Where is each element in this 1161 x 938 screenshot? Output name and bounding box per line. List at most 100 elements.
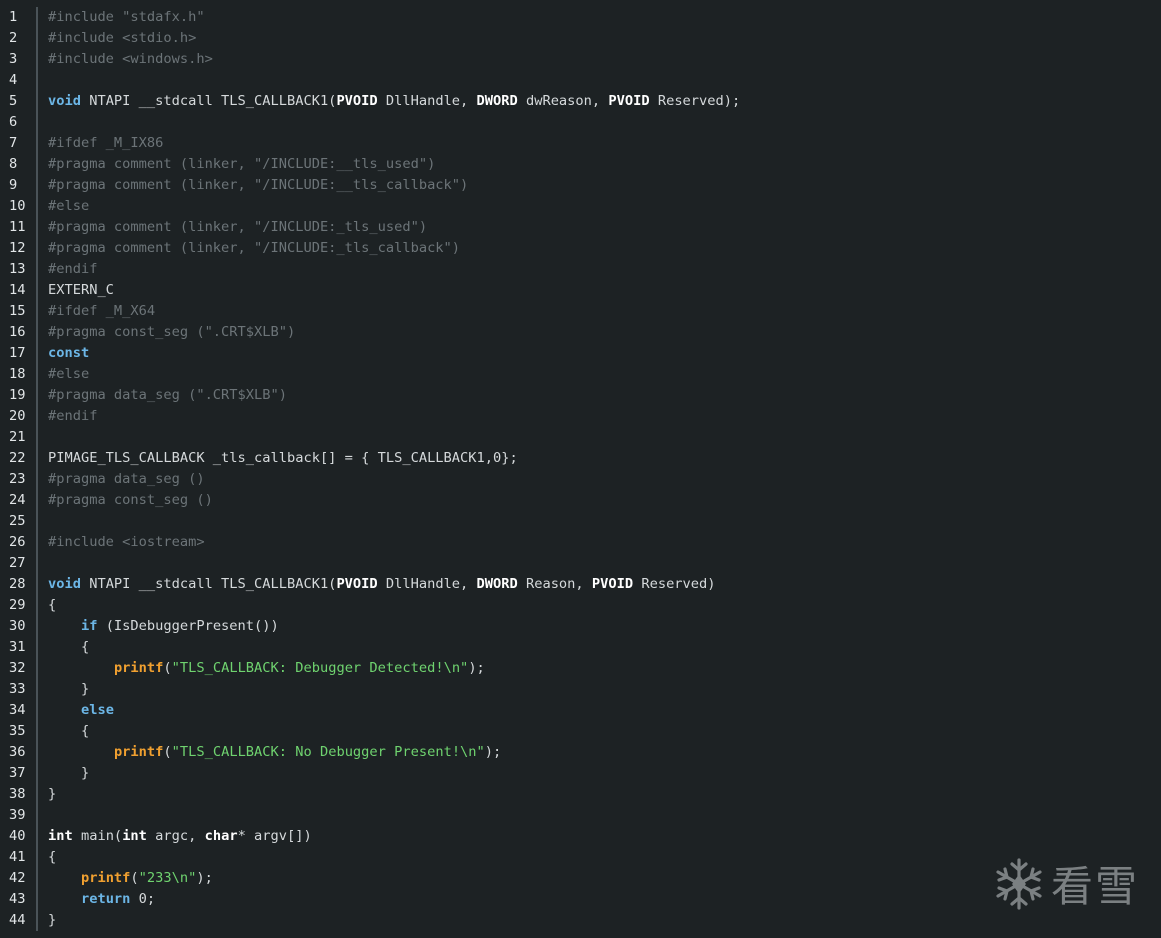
line-number: 3 (9, 51, 18, 67)
line-number: 31 (9, 639, 26, 655)
code-token-kw: return (80, 891, 131, 907)
code-line[interactable]: 35 { (0, 721, 1161, 742)
code-line[interactable]: 21 (0, 427, 1161, 448)
code-line[interactable]: 36 printf("TLS_CALLBACK: No Debugger Pre… (0, 742, 1161, 763)
line-number: 2 (9, 30, 18, 46)
code-token-plain: ); (468, 660, 485, 676)
line-code: #include <iostream> (48, 532, 205, 553)
code-line[interactable]: 10 #else (0, 196, 1161, 217)
code-token-type: PVOID (608, 93, 650, 109)
code-token-fn: printf (113, 744, 164, 760)
code-token-pp: #include <stdio.h> (48, 30, 197, 46)
code-line[interactable]: 6 (0, 112, 1161, 133)
line-number: 39 (9, 807, 26, 823)
code-line[interactable]: 11 #pragma comment (linker, "/INCLUDE:_tl… (0, 217, 1161, 238)
code-line[interactable]: 40 int main(int argc, char* argv[]) (0, 826, 1161, 847)
code-token-plain: Reason, (517, 576, 592, 592)
code-line[interactable]: 33 } (0, 679, 1161, 700)
line-number: 35 (9, 723, 26, 739)
line-code: if (IsDebuggerPresent()) (48, 616, 279, 637)
code-line[interactable]: 38} (0, 784, 1161, 805)
code-token-type: PVOID (336, 93, 378, 109)
code-token-pp: #include <iostream> (48, 534, 205, 550)
code-line[interactable]: 1 #include "stdafx.h" (0, 7, 1161, 28)
code-line[interactable]: 12 #pragma comment (linker, "/INCLUDE:_tl… (0, 238, 1161, 259)
line-code: #include "stdafx.h" (48, 7, 205, 28)
line-code: EXTERN_C (48, 280, 114, 301)
code-token-kw: void (48, 576, 81, 592)
code-line[interactable]: 41 { (0, 847, 1161, 868)
line-code: { (48, 637, 89, 658)
code-token-pp: #endif (48, 408, 98, 424)
code-line[interactable]: 9 #pragma comment (linker, "/INCLUDE:__tl… (0, 175, 1161, 196)
line-number: 23 (9, 471, 26, 487)
line-code: #include <windows.h> (48, 49, 213, 70)
code-line[interactable]: 2 #include <stdio.h> (0, 28, 1161, 49)
line-code: printf("TLS_CALLBACK: Debugger Detected!… (48, 658, 485, 679)
code-token-type: PVOID (591, 576, 634, 592)
code-editor[interactable]: 1 #include "stdafx.h" 2 #include <stdio.h> 3… (0, 0, 1161, 938)
code-line[interactable]: 3 #include <windows.h> (0, 49, 1161, 70)
code-line[interactable]: 39 (0, 805, 1161, 826)
code-line[interactable]: 19 #pragma data_seg (".CRT$XLB") (0, 385, 1161, 406)
line-code: #endif (48, 406, 97, 427)
line-number: 21 (9, 429, 26, 445)
code-line[interactable]: 16 #pragma const_seg (".CRT$XLB") (0, 322, 1161, 343)
code-token-pp: #else (48, 366, 90, 382)
code-token-plain: Reserved) (633, 576, 716, 592)
code-token-plain: } (48, 765, 90, 781)
line-code: #pragma comment (linker, "/INCLUDE:_tls_… (48, 217, 427, 238)
code-line[interactable]: 23 #pragma data_seg () (0, 469, 1161, 490)
code-token-plain: } (48, 681, 90, 697)
code-line[interactable]: 22 PIMAGE_TLS_CALLBACK _tls_callback[] = … (0, 448, 1161, 469)
code-lines[interactable]: 1 #include "stdafx.h" 2 #include <stdio.h> 3… (0, 7, 1161, 931)
line-code: PIMAGE_TLS_CALLBACK _tls_callback[] = { … (48, 448, 518, 469)
code-line[interactable]: 27 (0, 553, 1161, 574)
code-line[interactable]: 28 void NTAPI __stdcall TLS_CALLBACK1(PVO… (0, 574, 1161, 595)
code-line[interactable]: 31 { (0, 637, 1161, 658)
code-line[interactable]: 13 #endif (0, 259, 1161, 280)
code-line[interactable]: 4 (0, 70, 1161, 91)
code-line[interactable]: 7 #ifdef _M_IX86 (0, 133, 1161, 154)
code-line[interactable]: 17 const (0, 343, 1161, 364)
code-token-type: DWORD (476, 93, 518, 109)
line-number: 38 (9, 786, 26, 802)
code-line[interactable]: 24 #pragma const_seg () (0, 490, 1161, 511)
code-line[interactable]: 44} (0, 910, 1161, 931)
line-number: 41 (9, 849, 26, 865)
line-number: 4 (9, 72, 18, 88)
code-line[interactable]: 5 void NTAPI __stdcall TLS_CALLBACK1(PVOI… (0, 91, 1161, 112)
code-token-pp: #pragma const_seg (".CRT$XLB") (48, 324, 296, 340)
code-line[interactable]: 42 printf("233\n"); (0, 868, 1161, 889)
code-line[interactable]: 15 #ifdef _M_X64 (0, 301, 1161, 322)
code-line[interactable]: 29 { (0, 595, 1161, 616)
code-line[interactable]: 37 } (0, 763, 1161, 784)
code-token-plain: 0; (130, 891, 156, 907)
code-token-str: "233\n" (138, 870, 197, 886)
line-number: 42 (9, 870, 26, 886)
code-line[interactable]: 25 (0, 511, 1161, 532)
code-token-pp: #include "stdafx.h" (48, 9, 205, 25)
code-line[interactable]: 32 printf("TLS_CALLBACK: Debugger Detect… (0, 658, 1161, 679)
code-token-plain: ); (484, 744, 502, 760)
line-code: } (48, 679, 89, 700)
watermark-text: 看雪 (1050, 862, 1139, 911)
code-line[interactable]: 20 #endif (0, 406, 1161, 427)
code-line[interactable]: 8 #pragma comment (linker, "/INCLUDE:__tl… (0, 154, 1161, 175)
code-token-plain: { (48, 723, 90, 739)
code-line[interactable]: 18 #else (0, 364, 1161, 385)
code-token-plain: NTAPI __stdcall TLS_CALLBACK1( (80, 576, 337, 592)
code-token-plain: EXTERN_C (48, 282, 114, 298)
code-line[interactable]: 34 else (0, 700, 1161, 721)
line-number: 25 (9, 513, 26, 529)
line-number: 14 (9, 282, 26, 298)
line-code: #pragma data_seg (".CRT$XLB") (48, 385, 287, 406)
watermark: 看雪 (993, 853, 1139, 914)
line-code: #ifdef _M_X64 (48, 301, 155, 322)
code-line[interactable]: 30 if (IsDebuggerPresent()) (0, 616, 1161, 637)
code-line[interactable]: 43 return 0; (0, 889, 1161, 910)
code-line[interactable]: 26 #include <iostream> (0, 532, 1161, 553)
code-line[interactable]: 14 EXTERN_C (0, 280, 1161, 301)
